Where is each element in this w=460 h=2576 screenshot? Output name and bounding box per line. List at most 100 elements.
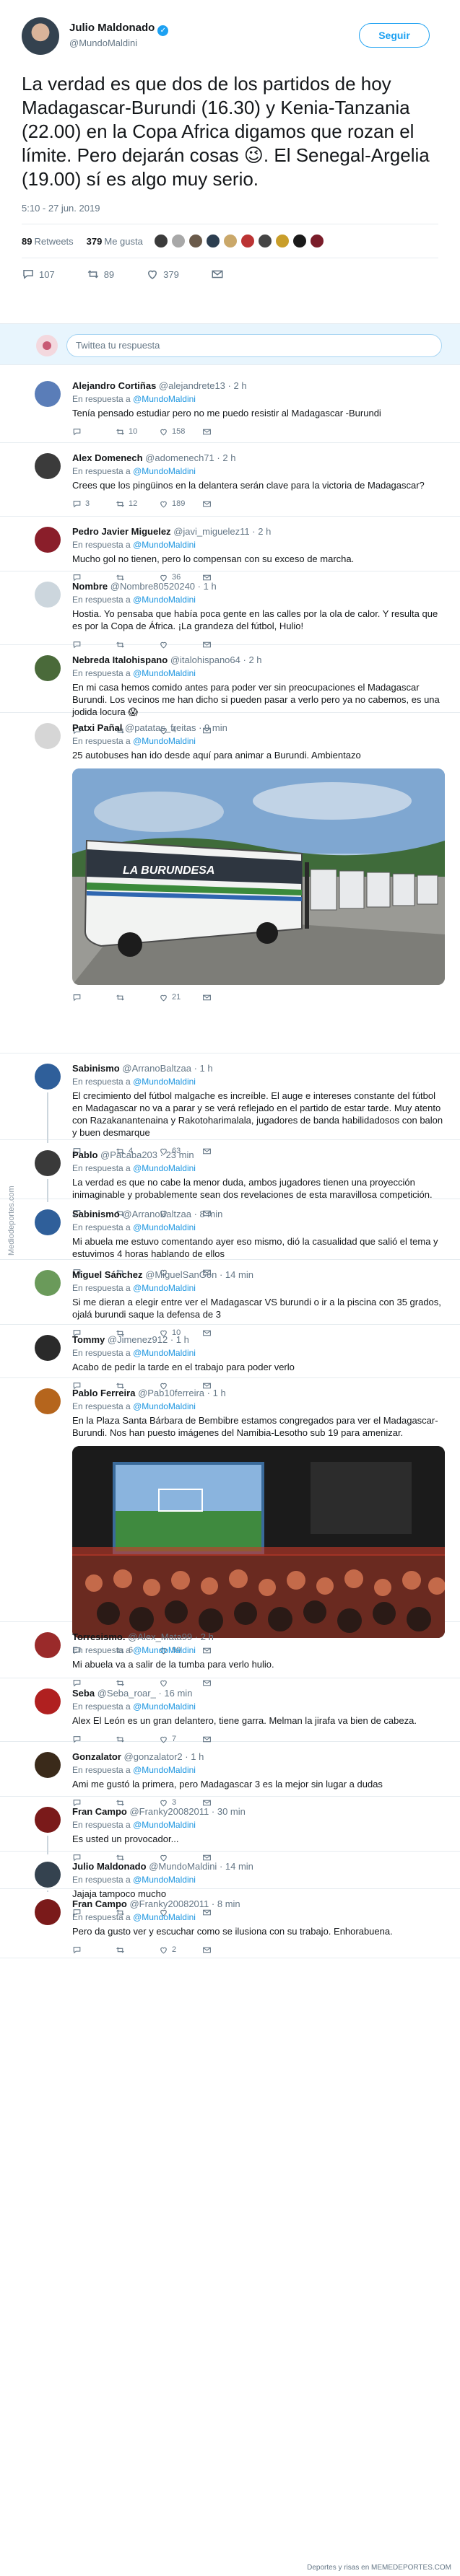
reply-tweet[interactable]: Torresismo. @Alex_Mata99 · 2 h En respues… xyxy=(0,1622,460,1686)
mention-link[interactable]: @MundoMaldini xyxy=(133,466,196,476)
avatar[interactable] xyxy=(35,381,61,407)
mention-link[interactable]: @MundoMaldini xyxy=(133,1401,196,1411)
like-button[interactable]: 158 xyxy=(159,427,202,437)
like-button[interactable]: 2 xyxy=(159,1945,202,1955)
mention-link[interactable]: @MundoMaldini xyxy=(133,1875,196,1885)
reply-tweet[interactable]: Fran Campo @Franky20082011 · 8 min En res… xyxy=(0,1889,460,1958)
author-handle[interactable]: @gonzalator2 xyxy=(124,1751,183,1762)
liker-avatar[interactable] xyxy=(152,233,169,249)
reply-tweet[interactable]: Tommy @Jimenez912 · 1 h En respuesta a @M… xyxy=(0,1325,460,1389)
author-handle[interactable]: @Nombre80520240 xyxy=(110,581,195,592)
reply-time[interactable]: · 14 min xyxy=(220,1269,253,1280)
reply-tweet[interactable]: Miguel Sánchez @MiguelSanGon · 14 min En … xyxy=(0,1260,460,1337)
like-button[interactable]: 21 xyxy=(159,993,202,1002)
reply-button[interactable] xyxy=(72,1945,116,1955)
reply-time[interactable]: · 14 min xyxy=(220,1861,253,1872)
author-handle[interactable]: @javi_miguelez11 xyxy=(173,526,249,537)
liker-avatar[interactable] xyxy=(170,233,186,249)
author-name[interactable]: Pedro Javier Miguelez xyxy=(72,526,171,537)
author-name[interactable]: Julio Maldonado ✓ xyxy=(69,22,169,36)
liker-avatar[interactable] xyxy=(222,233,238,249)
author-name[interactable]: Pablo Ferreira xyxy=(72,1388,135,1398)
reply-time[interactable]: · 8 min xyxy=(194,1209,223,1219)
mention-link[interactable]: @MundoMaldini xyxy=(133,1348,196,1358)
reply-tweet[interactable]: Alex Domenech @adomenech71 · 2 h En respu… xyxy=(0,443,460,517)
reply-time[interactable]: · 23 min xyxy=(160,1149,194,1160)
like-button[interactable]: 189 xyxy=(159,499,202,509)
author-handle[interactable]: @ArranoBaltzaa xyxy=(122,1209,191,1219)
reply-time[interactable]: · 1 h xyxy=(207,1388,226,1398)
likers-avatars[interactable] xyxy=(152,233,326,249)
retweet-button[interactable]: 10 xyxy=(116,427,159,437)
dm-button[interactable] xyxy=(211,268,228,281)
mention-link[interactable]: @MundoMaldini xyxy=(133,540,196,550)
dm-button[interactable] xyxy=(202,499,246,509)
avatar[interactable] xyxy=(35,1150,61,1176)
follow-button[interactable]: Seguir xyxy=(359,23,430,48)
reply-time[interactable]: · 2 h xyxy=(228,380,247,391)
author-handle[interactable]: @Franky20082011 xyxy=(129,1806,209,1817)
mention-link[interactable]: @MundoMaldini xyxy=(133,1222,196,1232)
reply-tweet[interactable]: Nebreda Italohispano @italohispano64 · 2… xyxy=(0,645,460,735)
author-handle[interactable]: @Franky20082011 xyxy=(129,1898,209,1909)
mention-link[interactable]: @MundoMaldini xyxy=(133,394,196,404)
author-name[interactable]: Gonzalator xyxy=(72,1751,121,1762)
reply-button[interactable]: 107 xyxy=(22,268,55,281)
author-name[interactable]: Fran Campo xyxy=(72,1898,127,1909)
avatar[interactable] xyxy=(22,17,59,55)
liker-avatar[interactable] xyxy=(274,233,290,249)
likes-label[interactable]: Me gusta xyxy=(104,236,142,247)
avatar[interactable] xyxy=(35,1862,61,1888)
avatar[interactable] xyxy=(35,1632,61,1658)
mention-link[interactable]: @MundoMaldini xyxy=(133,1283,196,1293)
reply-tweet[interactable]: Nombre @Nombre80520240 · 1 h En respuesta… xyxy=(0,571,460,648)
author-name[interactable]: Tommy xyxy=(72,1334,105,1345)
reply-tweet[interactable]: Gonzalator @gonzalator2 · 1 h En respuest… xyxy=(0,1742,460,1807)
reply-tweet[interactable]: Pablo @Pacaba203 · 23 min En respuesta a … xyxy=(0,1140,460,1217)
author-name[interactable]: Torresismo. xyxy=(72,1631,125,1642)
mention-link[interactable]: @MundoMaldini xyxy=(133,1912,196,1922)
avatar[interactable] xyxy=(35,1807,61,1833)
reply-button[interactable]: 3 xyxy=(72,499,116,509)
reply-tweet[interactable]: Pedro Javier Miguelez @javi_miguelez11 ·… xyxy=(0,517,460,582)
reply-tweet[interactable]: Alejandro Cortiñas @alejandrete13 · 2 hE… xyxy=(0,371,460,443)
author-handle[interactable]: @MundoMaldini xyxy=(149,1861,217,1872)
avatar[interactable] xyxy=(35,527,61,553)
liker-avatar[interactable] xyxy=(239,233,256,249)
avatar[interactable] xyxy=(35,582,61,608)
avatar[interactable] xyxy=(35,1064,61,1090)
author-handle[interactable]: @ArranoBaltzaa xyxy=(122,1063,191,1074)
avatar[interactable] xyxy=(35,1388,61,1414)
author-handle[interactable]: @Pacaba203 xyxy=(100,1149,157,1160)
author-handle[interactable]: @Alex_Mata99 xyxy=(128,1631,192,1642)
mention-link[interactable]: @MundoMaldini xyxy=(133,1163,196,1173)
reply-tweet[interactable]: Fran Campo @Franky20082011 · 30 min En re… xyxy=(0,1797,460,1861)
author-name[interactable]: Pablo xyxy=(72,1149,97,1160)
author-name[interactable]: Sabinismo xyxy=(72,1063,120,1074)
mention-link[interactable]: @MundoMaldini xyxy=(133,595,196,605)
author-handle[interactable]: @alejandrete13 xyxy=(159,380,225,391)
author-name[interactable]: Nombre xyxy=(72,581,108,592)
reply-time[interactable]: · 1 h xyxy=(185,1751,204,1762)
retweet-button[interactable]: 12 xyxy=(116,499,159,509)
author-handle[interactable]: @patatas_freitas xyxy=(125,722,196,733)
mention-link[interactable]: @MundoMaldini xyxy=(133,1701,196,1712)
reply-time[interactable]: · 1 h xyxy=(194,1063,213,1074)
dm-button[interactable] xyxy=(202,993,246,1002)
dm-button[interactable] xyxy=(202,427,246,437)
author-name[interactable]: Alejandro Cortiñas xyxy=(72,380,156,391)
reply-time[interactable]: · 2 h xyxy=(195,1631,214,1642)
author-handle[interactable]: @MiguelSanGon xyxy=(145,1269,217,1280)
avatar[interactable] xyxy=(35,1270,61,1296)
liker-avatar[interactable] xyxy=(308,233,325,249)
author-name[interactable]: Miguel Sánchez xyxy=(72,1269,143,1280)
avatar[interactable] xyxy=(35,1752,61,1778)
reply-input[interactable]: Twittea tu respuesta xyxy=(66,334,442,357)
reply-button[interactable] xyxy=(72,427,116,437)
avatar[interactable] xyxy=(35,1209,61,1235)
reply-time[interactable]: · 30 min xyxy=(212,1806,246,1817)
reply-time[interactable]: · 1 h xyxy=(170,1334,189,1345)
reply-tweet[interactable]: Julio Maldonado @MundoMaldini · 14 min En… xyxy=(0,1852,460,1916)
author-name[interactable]: Sabinismo xyxy=(72,1209,120,1219)
retweets-label[interactable]: Retweets xyxy=(34,236,73,247)
